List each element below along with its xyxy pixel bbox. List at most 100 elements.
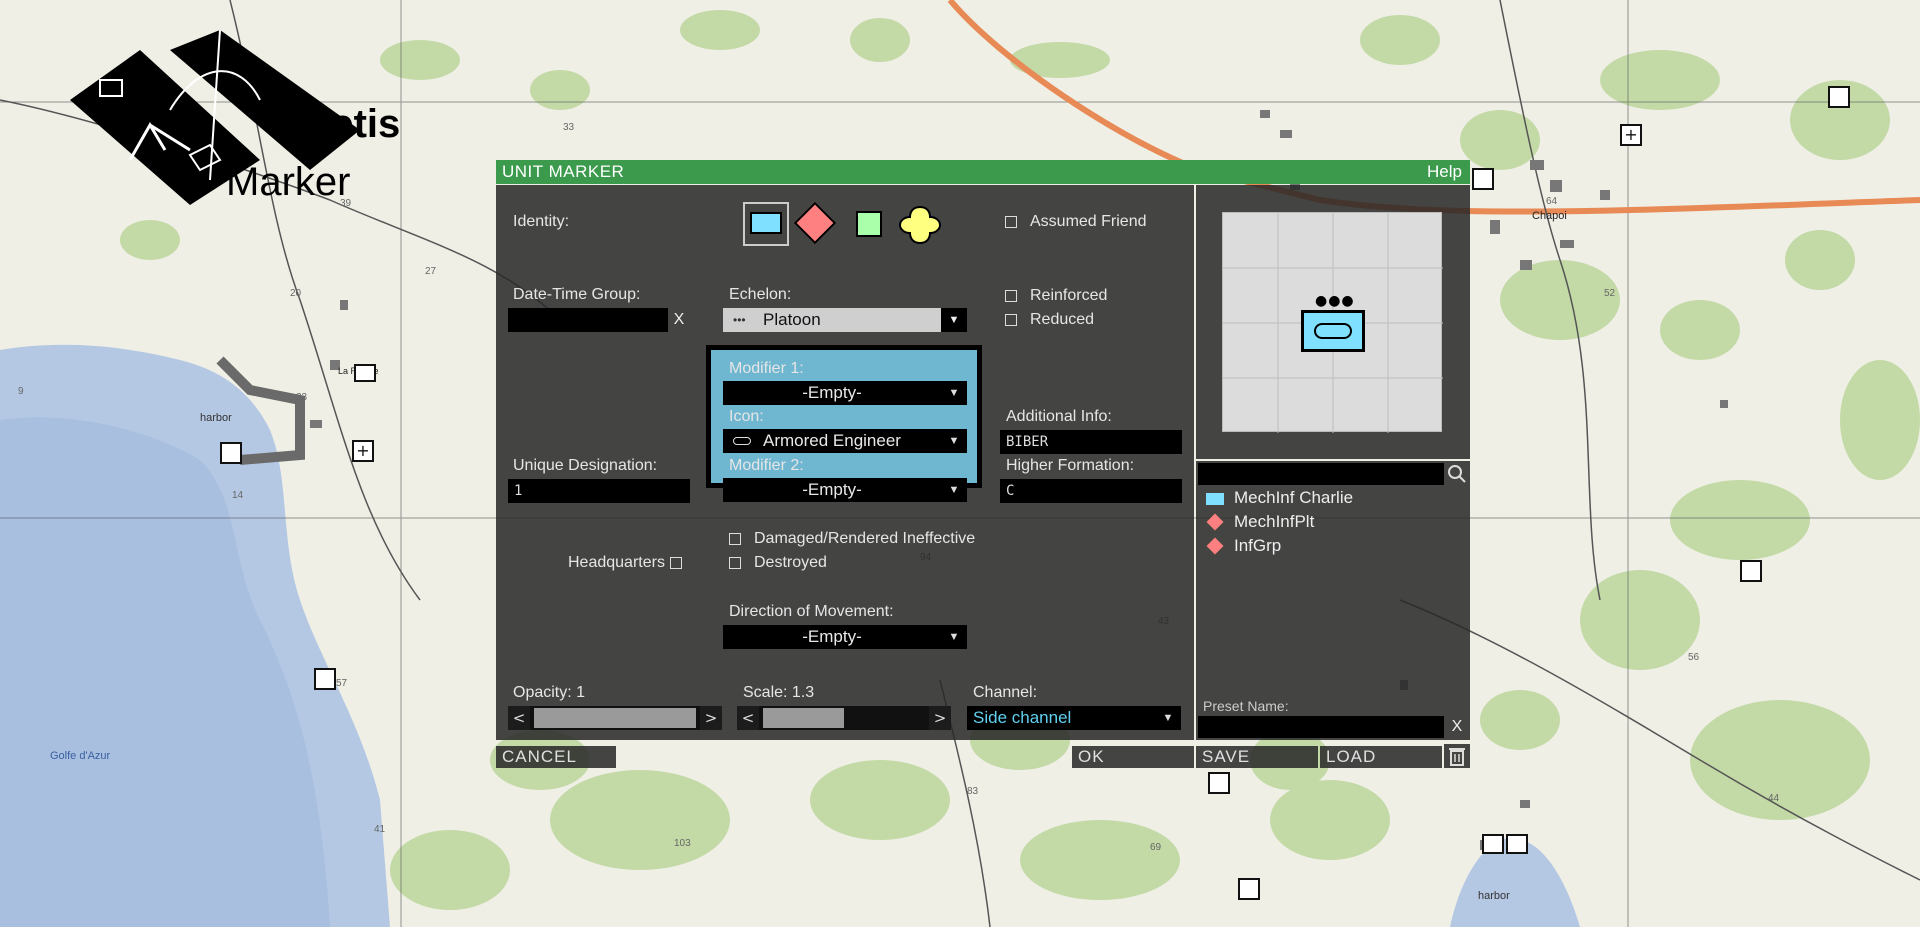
map-height-label: 41 xyxy=(374,824,386,835)
modifier2-value: -Empty- xyxy=(802,480,862,499)
echelon-dots-icon: ••• xyxy=(733,313,746,327)
symbol-preview: ●●● xyxy=(1222,212,1443,433)
direction-select[interactable]: -Empty- ▼ xyxy=(723,625,967,649)
map-label-harbor: harbor xyxy=(200,412,232,424)
direction-value: -Empty- xyxy=(802,627,862,646)
map-marker-icon[interactable] xyxy=(1740,560,1762,582)
preset-name-input[interactable] xyxy=(1198,716,1444,738)
modifier2-label: Modifier 2: xyxy=(729,457,804,474)
dtg-label: Date-Time Group: xyxy=(513,286,641,303)
reinforced-label: Reinforced xyxy=(1030,287,1108,304)
scale-slider[interactable]: < > xyxy=(737,706,951,730)
opacity-slider[interactable]: < > xyxy=(508,706,722,730)
chevron-down-icon: ▼ xyxy=(1162,712,1174,724)
preset-name-label: Preset Name: xyxy=(1203,698,1289,714)
channel-value: Side channel xyxy=(973,708,1072,727)
additional-info-input[interactable]: BIBER xyxy=(1000,430,1182,454)
map-height-label: 44 xyxy=(1768,793,1780,804)
map-height-label: 103 xyxy=(674,838,691,849)
logo-title-marker: Marker xyxy=(226,160,351,204)
identity-unknown-button[interactable] xyxy=(898,205,942,245)
modifier1-value: -Empty- xyxy=(802,383,862,402)
map-marker-icon[interactable]: + xyxy=(352,440,374,462)
reinforced-checkbox[interactable] xyxy=(1005,290,1017,302)
damaged-checkbox[interactable] xyxy=(729,533,741,545)
modifier1-label: Modifier 1: xyxy=(729,360,804,377)
modifier2-select[interactable]: -Empty- ▼ xyxy=(723,478,967,502)
delete-preset-button[interactable] xyxy=(1444,744,1470,768)
map-height-label: 9 xyxy=(18,386,24,397)
map-marker-icon[interactable] xyxy=(1208,772,1230,794)
preset-name: MechInfPlt xyxy=(1234,512,1315,531)
dtg-input[interactable] xyxy=(508,308,668,332)
logo-title-metis: Metis xyxy=(298,102,401,146)
save-button[interactable]: SAVE xyxy=(1196,746,1318,768)
map-marker-icon[interactable] xyxy=(1506,834,1528,854)
slider-next-button[interactable]: > xyxy=(700,706,722,730)
direction-label: Direction of Movement: xyxy=(729,603,894,620)
map-label-harbor-right: harbor xyxy=(1478,890,1510,902)
map-height-label: 83 xyxy=(967,786,979,797)
higher-formation-input[interactable]: C xyxy=(1000,479,1182,503)
chevron-down-icon: ▼ xyxy=(948,631,960,643)
scale-label: Scale: 1.3 xyxy=(743,684,815,701)
friend-rect-icon xyxy=(1206,493,1224,505)
slider-next-button[interactable]: > xyxy=(929,706,951,730)
search-icon[interactable] xyxy=(1446,463,1468,485)
map-height-label: 56 xyxy=(1688,652,1700,663)
map-marker-icon[interactable]: + xyxy=(1620,124,1642,146)
icon-value: Armored Engineer xyxy=(763,431,901,450)
assumed-friend-checkbox[interactable] xyxy=(1005,216,1017,228)
reduced-checkbox[interactable] xyxy=(1005,314,1017,326)
slider-prev-button[interactable]: < xyxy=(737,706,759,730)
chevron-down-icon: ▼ xyxy=(948,387,960,399)
preset-name: InfGrp xyxy=(1234,536,1282,555)
help-button[interactable]: Help xyxy=(1427,162,1462,182)
identity-friend-button[interactable] xyxy=(743,202,789,246)
higher-formation-label: Higher Formation: xyxy=(1006,457,1135,474)
modifier1-select[interactable]: -Empty- ▼ xyxy=(723,381,967,405)
map-label-golfe: Golfe d'Azur xyxy=(50,750,111,762)
map-height-label: 64 xyxy=(1546,196,1558,207)
unique-designation-label: Unique Designation: xyxy=(513,457,658,474)
echelon-value: Platoon xyxy=(763,310,821,329)
dtg-clear-button[interactable]: X xyxy=(668,308,690,332)
dialog-title-bar[interactable] xyxy=(496,160,1470,184)
additional-info-label: Additional Info: xyxy=(1006,408,1112,425)
map-marker-icon[interactable] xyxy=(1828,86,1850,108)
slider-prev-button[interactable]: < xyxy=(508,706,530,730)
icon-select[interactable]: Armored Engineer ▼ xyxy=(723,429,967,453)
identity-neutral-button[interactable] xyxy=(856,211,882,237)
icon-label: Icon: xyxy=(729,408,764,425)
map-marker-icon[interactable] xyxy=(220,442,242,464)
map-marker-icon[interactable] xyxy=(1238,878,1260,900)
map-label-town: Chapoi xyxy=(1532,210,1567,222)
load-button[interactable]: LOAD xyxy=(1320,746,1442,768)
trash-icon xyxy=(1449,748,1465,766)
map-marker-icon[interactable] xyxy=(1482,834,1504,854)
headquarters-checkbox[interactable] xyxy=(670,557,682,569)
ok-button[interactable]: OK xyxy=(1072,746,1194,768)
map-height-label: 52 xyxy=(1604,288,1616,299)
assumed-friend-label: Assumed Friend xyxy=(1030,213,1147,230)
map-marker-icon[interactable] xyxy=(314,668,336,690)
channel-select[interactable]: Side channel ▼ xyxy=(967,706,1181,730)
headquarters-label: Headquarters xyxy=(568,554,665,571)
map-marker-icon[interactable] xyxy=(354,364,376,382)
unique-designation-input[interactable]: 1 xyxy=(508,479,690,503)
destroyed-checkbox[interactable] xyxy=(729,557,741,569)
opacity-slider-fill xyxy=(534,708,696,728)
echelon-select[interactable]: ••• Platoon ▼ xyxy=(723,308,967,332)
armored-engineer-icon xyxy=(1314,323,1352,339)
preset-search-input[interactable] xyxy=(1198,463,1444,485)
map-height-label: 14 xyxy=(232,490,244,501)
cancel-button[interactable]: CANCEL xyxy=(496,746,616,768)
channel-label: Channel: xyxy=(973,684,1038,701)
preset-name: MechInf Charlie xyxy=(1234,488,1354,507)
preset-clear-button[interactable]: X xyxy=(1446,716,1468,738)
chevron-down-icon: ▼ xyxy=(948,435,960,447)
map-marker-icon[interactable] xyxy=(1472,168,1494,190)
reduced-label: Reduced xyxy=(1030,311,1095,328)
map-height-label: 20 xyxy=(290,288,302,299)
map-height-label: 69 xyxy=(1150,842,1162,853)
